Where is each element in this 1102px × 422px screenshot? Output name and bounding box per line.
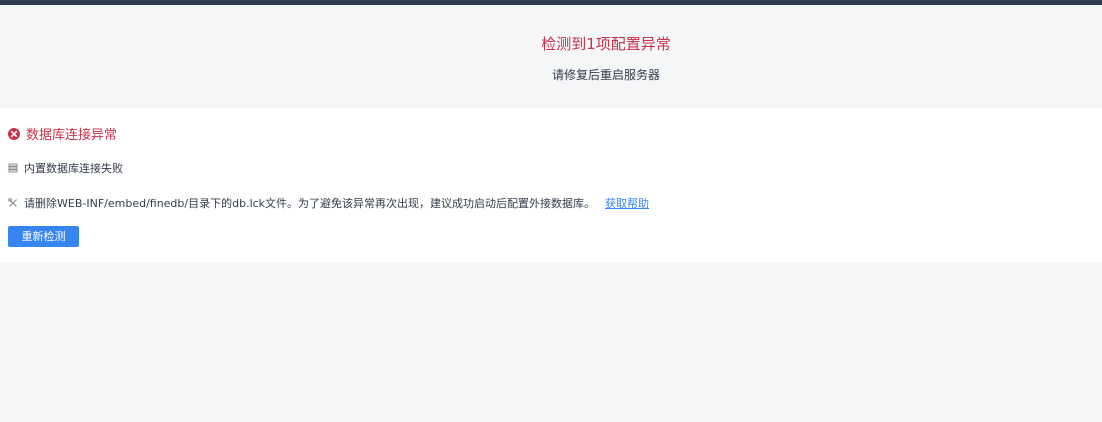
fix-suggestion-row: 请删除WEB-INF/embed/finedb/目录下的db.lck文件。为了避… bbox=[8, 195, 649, 211]
close-circle-icon bbox=[8, 127, 20, 140]
recheck-button[interactable]: 重新检测 bbox=[8, 226, 79, 247]
fix-suggestion-text: 请删除WEB-INF/embed/finedb/目录下的db.lck文件。为了避… bbox=[24, 197, 596, 210]
error-detail-row: 内置数据库连接失败 bbox=[8, 160, 123, 176]
header: 检测到1项配置异常 请修复后重启服务器 bbox=[0, 5, 1102, 108]
error-title: 数据库连接异常 bbox=[26, 128, 118, 143]
error-panel: 数据库连接异常 内置数据库连接失败 请删除WEB-INF/embed/fined… bbox=[0, 108, 1102, 262]
tools-icon bbox=[8, 198, 18, 208]
error-detail-text: 内置数据库连接失败 bbox=[24, 162, 123, 175]
error-heading: 数据库连接异常 bbox=[8, 124, 117, 143]
page-title: 检测到1项配置异常 bbox=[541, 35, 671, 53]
get-help-link[interactable]: 获取帮助 bbox=[605, 195, 649, 211]
page-subtitle: 请修复后重启服务器 bbox=[551, 68, 660, 82]
server-icon bbox=[8, 163, 18, 173]
